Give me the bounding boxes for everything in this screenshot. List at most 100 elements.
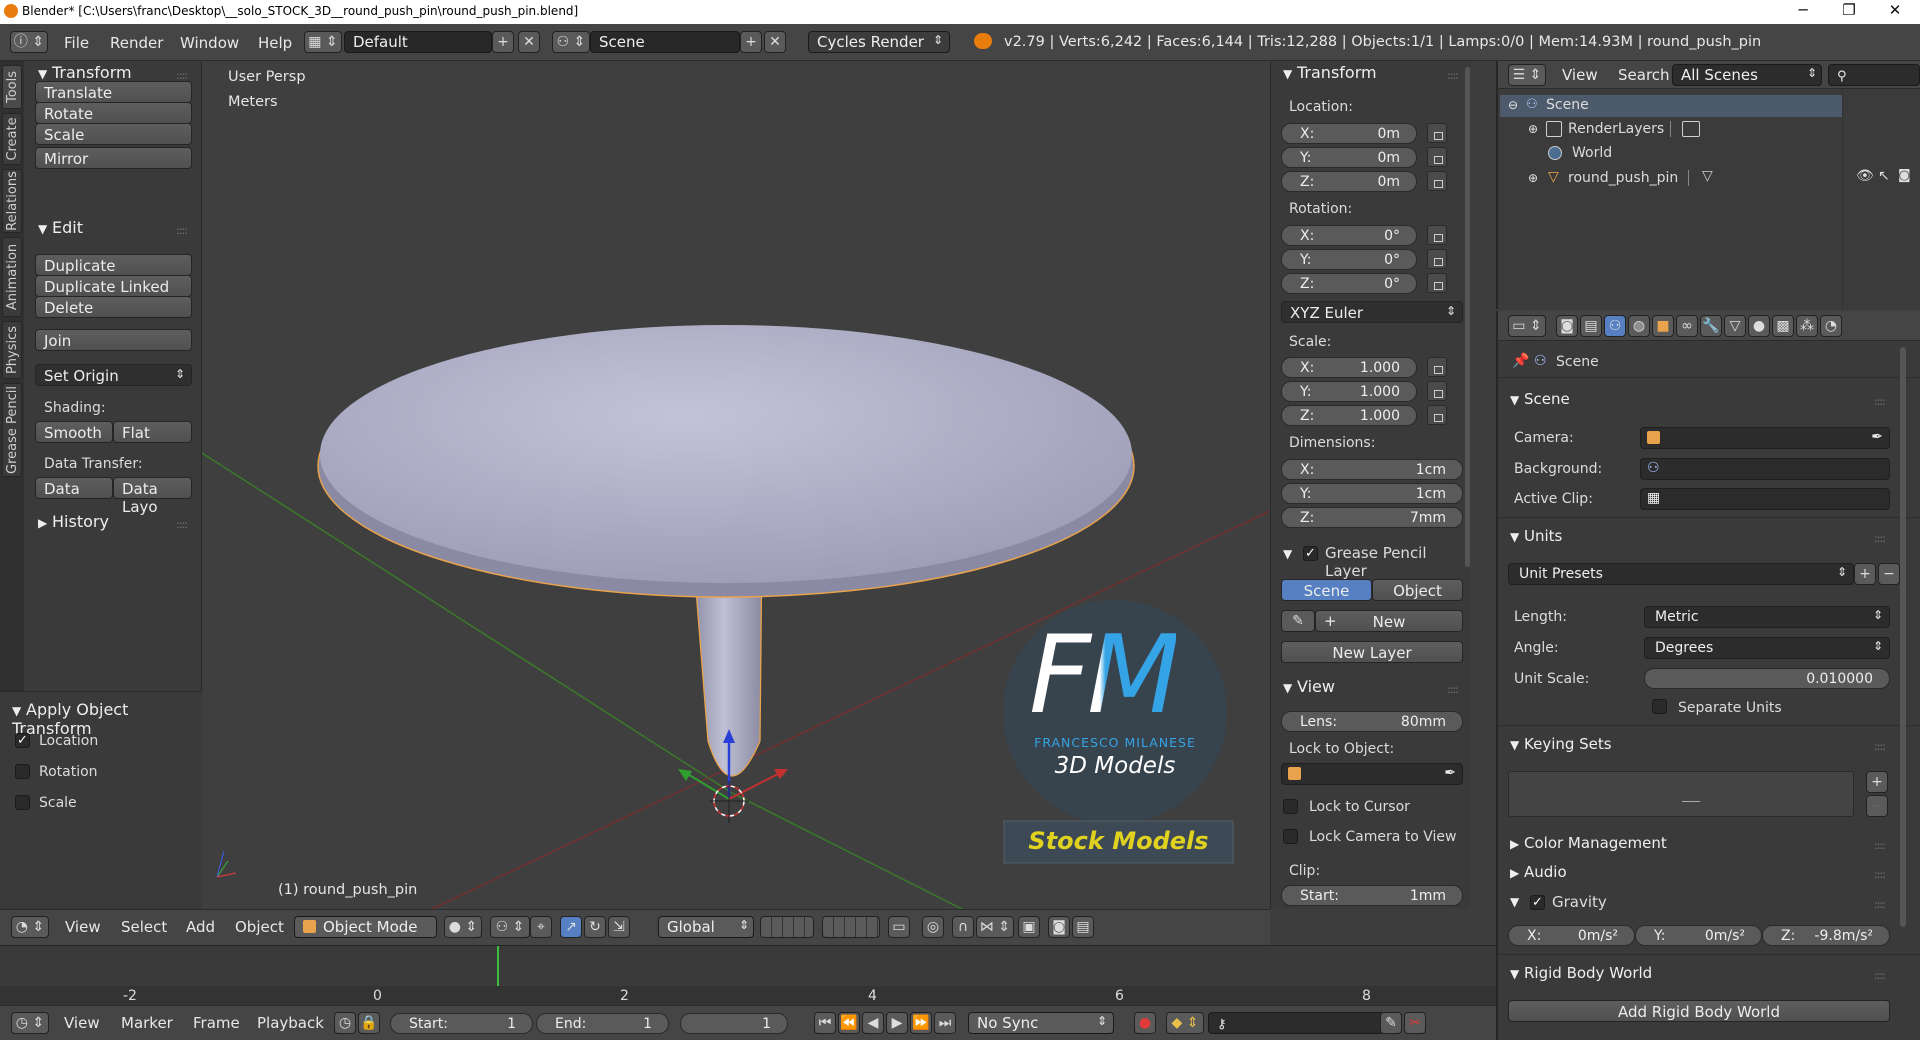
drag-handle-icon[interactable]: :::: bbox=[1874, 898, 1886, 911]
outliner-item-renderlayers[interactable]: RenderLayers bbox=[1568, 121, 1664, 137]
gravity-x-field[interactable]: X: 0m/s² bbox=[1508, 925, 1635, 946]
add-layout-icon[interactable]: + bbox=[492, 31, 514, 53]
play-icon[interactable]: ▶ bbox=[886, 1012, 908, 1034]
flat-button[interactable]: Flat bbox=[113, 421, 192, 443]
set-origin-select[interactable]: Set Origin ⇕ bbox=[35, 364, 192, 386]
insert-keyframe-icon[interactable]: ✎ bbox=[1380, 1012, 1402, 1034]
remove-keying-set-icon[interactable]: − bbox=[1866, 795, 1888, 817]
outliner-search-input[interactable]: ⚲ bbox=[1828, 64, 1920, 86]
lock-layers-icon[interactable]: ▭ bbox=[888, 916, 910, 938]
layer-buttons-b[interactable] bbox=[822, 916, 880, 938]
gravity-z-field[interactable]: Z: -9.8m/s² bbox=[1762, 925, 1890, 946]
viewport-shading-icon[interactable]: ● ⇕ bbox=[444, 916, 482, 938]
render-layers-tab-icon[interactable]: ▤ bbox=[1580, 315, 1602, 337]
outliner-menu-search[interactable]: Search bbox=[1618, 66, 1670, 84]
eyedropper-icon[interactable]: ✒ bbox=[1871, 429, 1883, 445]
remove-scene-icon[interactable]: ✕ bbox=[764, 31, 786, 53]
constraints-tab-icon[interactable]: ∞ bbox=[1676, 315, 1698, 337]
gp-new-layer-button[interactable]: New Layer bbox=[1281, 641, 1463, 663]
lock-rotation-z-icon[interactable] bbox=[1427, 273, 1447, 293]
properties-scrollbar[interactable] bbox=[1900, 347, 1906, 927]
editor-type-3dview-icon[interactable]: ◔ ⇕ bbox=[11, 916, 49, 938]
timeline[interactable]: -2 0 2 4 6 8 bbox=[0, 945, 1496, 1006]
grease-pencil-enable-checkbox[interactable]: ✓ bbox=[1303, 546, 1318, 561]
delete-button[interactable]: Delete bbox=[35, 296, 192, 318]
maximize-button[interactable]: ❐ bbox=[1829, 1, 1869, 19]
jump-end-icon[interactable]: ⏭ bbox=[934, 1012, 956, 1034]
data-layout-button[interactable]: Data Layo bbox=[113, 477, 192, 516]
active-keying-set-field[interactable]: ⚷ bbox=[1208, 1012, 1384, 1034]
lock-rotation-y-icon[interactable] bbox=[1427, 249, 1447, 269]
scene-tab-icon[interactable]: ⚇ bbox=[1604, 315, 1626, 337]
scene-field[interactable]: Scene bbox=[590, 31, 740, 53]
angle-select[interactable]: Degrees ⇕ bbox=[1644, 637, 1890, 659]
scene-selector-icon[interactable]: ⚇ ⇕ bbox=[552, 31, 590, 53]
jump-start-icon[interactable]: ⏮ bbox=[814, 1012, 836, 1034]
gp-scene-button[interactable]: Scene bbox=[1281, 579, 1372, 601]
pivot-point-icon[interactable]: ⚇ ⇕ bbox=[490, 916, 530, 938]
3d-viewport[interactable]: User Persp Meters (1) round_push_pin FM … bbox=[202, 61, 1270, 909]
history-panel-header[interactable]: ▶ History bbox=[38, 512, 109, 531]
timeline-menu-marker[interactable]: Marker bbox=[121, 1014, 173, 1032]
unit-presets-select[interactable]: Unit Presets ⇕ bbox=[1508, 563, 1854, 585]
tab-physics[interactable]: Physics bbox=[2, 321, 22, 379]
n-view-header[interactable]: ▼ View bbox=[1283, 677, 1335, 696]
manipulator-toggle-icon[interactable]: ⌖ bbox=[530, 916, 552, 938]
render-engine-select[interactable]: Cycles Render ⇕ bbox=[808, 31, 950, 53]
edit-panel-header[interactable]: ▼ Edit bbox=[38, 218, 83, 237]
join-button[interactable]: Join bbox=[35, 329, 192, 351]
location-x-field[interactable]: X: 0m bbox=[1281, 123, 1417, 144]
add-keying-set-icon[interactable]: + bbox=[1866, 771, 1888, 793]
editor-type-timeline-icon[interactable]: ◷ ⇕ bbox=[11, 1012, 49, 1034]
editor-type-info-icon[interactable]: ⓘ ⇕ bbox=[10, 31, 48, 53]
start-frame-field[interactable]: Start: 1 bbox=[390, 1013, 533, 1034]
preview-range-icon[interactable]: ◷ bbox=[334, 1012, 356, 1034]
minimize-button[interactable]: ─ bbox=[1783, 1, 1823, 19]
outliner-item-scene[interactable]: Scene bbox=[1546, 97, 1589, 113]
dimensions-x-field[interactable]: X: 1cm bbox=[1281, 459, 1463, 480]
length-select[interactable]: Metric ⇕ bbox=[1644, 606, 1890, 628]
drag-handle-icon[interactable]: :::: bbox=[1447, 69, 1459, 82]
translate-button[interactable]: Translate bbox=[35, 81, 192, 103]
close-button[interactable]: ✕ bbox=[1875, 1, 1915, 19]
rotation-x-field[interactable]: X: 0° bbox=[1281, 225, 1417, 246]
outliner-item-world[interactable]: World bbox=[1572, 145, 1612, 161]
timeline-menu-playback[interactable]: Playback bbox=[257, 1014, 324, 1032]
texture-tab-icon[interactable]: ▩ bbox=[1772, 315, 1794, 337]
end-frame-field[interactable]: End: 1 bbox=[536, 1013, 669, 1034]
physics-tab-icon[interactable]: ◔ bbox=[1820, 315, 1842, 337]
menu-object[interactable]: Object bbox=[235, 918, 284, 936]
add-preset-icon[interactable]: + bbox=[1854, 563, 1876, 585]
gravity-y-field[interactable]: Y: 0m/s² bbox=[1635, 925, 1762, 946]
grease-pencil-layer-header[interactable]: ▼ bbox=[1283, 543, 1297, 562]
keying-set-icon[interactable]: ◆ ⇕ bbox=[1166, 1012, 1204, 1034]
lock-scale-z-icon[interactable] bbox=[1427, 405, 1447, 425]
gizmo-x-arrow[interactable] bbox=[728, 772, 781, 800]
lock-object-field[interactable]: ✒ bbox=[1281, 763, 1463, 785]
rotation-z-field[interactable]: Z: 0° bbox=[1281, 273, 1417, 294]
visibility-eye-icon[interactable]: 👁 bbox=[1856, 168, 1874, 184]
location-y-field[interactable]: Y: 0m bbox=[1281, 147, 1417, 168]
outliner-item-round-push-pin[interactable]: round_push_pin bbox=[1568, 170, 1678, 186]
timeline-menu-frame[interactable]: Frame bbox=[193, 1014, 240, 1032]
object-tab-icon[interactable]: ■ bbox=[1652, 315, 1674, 337]
world-tab-icon[interactable]: ◍ bbox=[1628, 315, 1650, 337]
render-snapshot-icon[interactable]: ◙ bbox=[1048, 916, 1070, 938]
drag-handle-icon[interactable]: :::: bbox=[176, 224, 188, 237]
rigid-body-world-header[interactable]: ▼ Rigid Body World bbox=[1510, 964, 1652, 982]
duplicate-button[interactable]: Duplicate bbox=[35, 254, 192, 276]
units-panel-header[interactable]: ▼ Units bbox=[1510, 527, 1562, 545]
data-tab-icon[interactable]: ▽ bbox=[1724, 315, 1746, 337]
editor-type-outliner-icon[interactable]: ☰ ⇕ bbox=[1508, 64, 1546, 86]
snap-toggle-icon[interactable]: ∩ bbox=[952, 916, 974, 938]
outliner-filter-select[interactable]: All Scenes ⇕ bbox=[1672, 64, 1822, 86]
gravity-enable-checkbox[interactable]: ✓ bbox=[1530, 895, 1545, 910]
tab-tools[interactable]: Tools bbox=[2, 65, 22, 109]
scale-manipulator-icon[interactable]: ⇲ bbox=[608, 916, 630, 938]
auto-keyframe-record-icon[interactable]: ● bbox=[1134, 1012, 1156, 1034]
scene-panel-header[interactable]: ▼ Scene bbox=[1510, 390, 1570, 408]
lock-location-y-icon[interactable] bbox=[1427, 147, 1447, 167]
translate-manipulator-icon[interactable]: ↗ bbox=[560, 916, 582, 938]
modifiers-tab-icon[interactable]: 🔧 bbox=[1700, 315, 1722, 337]
rotation-checkbox[interactable] bbox=[15, 764, 30, 779]
